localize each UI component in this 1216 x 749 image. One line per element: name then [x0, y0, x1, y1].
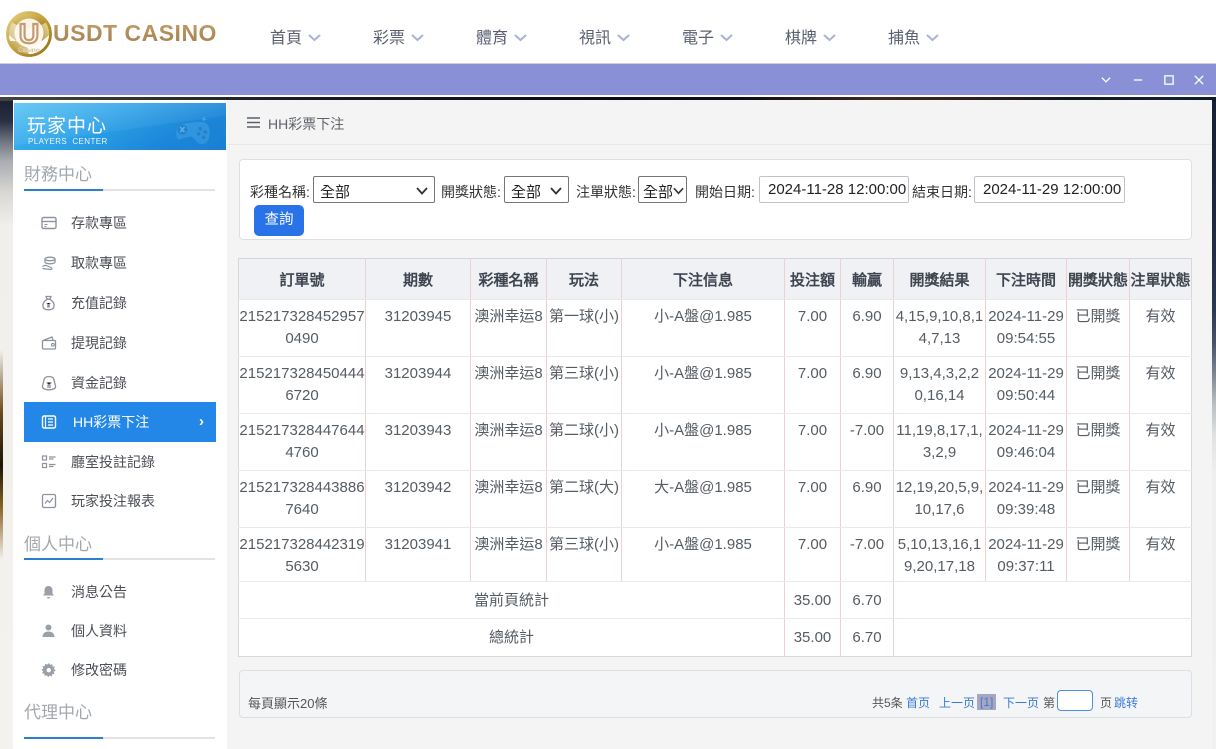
- svg-text:U: U: [19, 18, 39, 49]
- svg-text:Casino: Casino: [18, 47, 40, 54]
